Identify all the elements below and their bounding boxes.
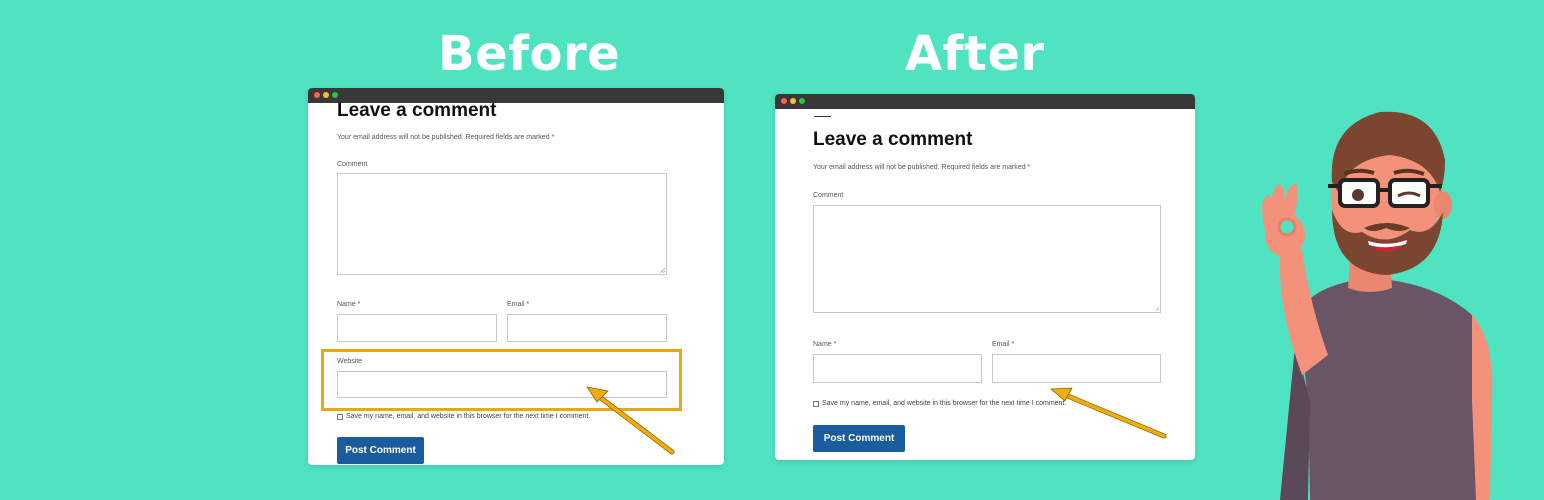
resize-handle-icon[interactable]: [1154, 306, 1159, 311]
before-heading: Before: [438, 26, 621, 82]
form-title: Leave a comment: [813, 129, 973, 150]
close-dot-icon[interactable]: [781, 98, 787, 104]
resize-handle-icon[interactable]: [660, 268, 665, 273]
after-heading: After: [905, 26, 1045, 82]
close-dot-icon[interactable]: [314, 92, 320, 98]
after-browser-window: Leave a comment Your email address will …: [775, 94, 1195, 460]
name-label: Name *: [813, 341, 837, 348]
name-input[interactable]: [813, 354, 982, 383]
post-comment-button[interactable]: Post Comment: [813, 425, 905, 452]
website-field-highlight: [321, 349, 682, 411]
form-title: Leave a comment: [337, 100, 497, 121]
save-info-row: Save my name, email, and website in this…: [337, 413, 590, 420]
comment-label: Comment: [337, 161, 368, 168]
maximize-dot-icon[interactable]: [799, 98, 805, 104]
minimize-dot-icon[interactable]: [790, 98, 796, 104]
email-input[interactable]: [992, 354, 1161, 383]
after-comment-form: Leave a comment Your email address will …: [813, 129, 1161, 459]
name-input[interactable]: [337, 314, 497, 342]
required-notice: Your email address will not be published…: [813, 164, 1031, 171]
minimize-dot-icon[interactable]: [323, 92, 329, 98]
name-label: Name *: [337, 301, 361, 308]
bearded-man-ok-gesture-illustration: [1262, 111, 1493, 500]
required-notice: Your email address will not be published…: [337, 134, 555, 141]
email-input[interactable]: [507, 314, 667, 342]
save-info-label: Save my name, email, and website in this…: [346, 413, 591, 420]
save-info-checkbox[interactable]: [813, 400, 819, 407]
annotation-arrows: [586, 386, 1167, 455]
comment-textarea[interactable]: [813, 205, 1161, 313]
maximize-dot-icon[interactable]: [332, 92, 338, 98]
save-info-label: Save my name, email, and website in this…: [822, 400, 1067, 407]
email-label: Email *: [507, 301, 530, 308]
save-info-checkbox[interactable]: [337, 413, 343, 420]
comment-textarea[interactable]: [337, 173, 667, 275]
save-info-row: Save my name, email, and website in this…: [813, 400, 1066, 407]
email-label: Email *: [992, 341, 1015, 348]
comment-label: Comment: [813, 192, 844, 199]
window-titlebar: [775, 94, 1195, 109]
separator-line: [814, 116, 831, 117]
post-comment-button[interactable]: Post Comment: [337, 437, 424, 464]
